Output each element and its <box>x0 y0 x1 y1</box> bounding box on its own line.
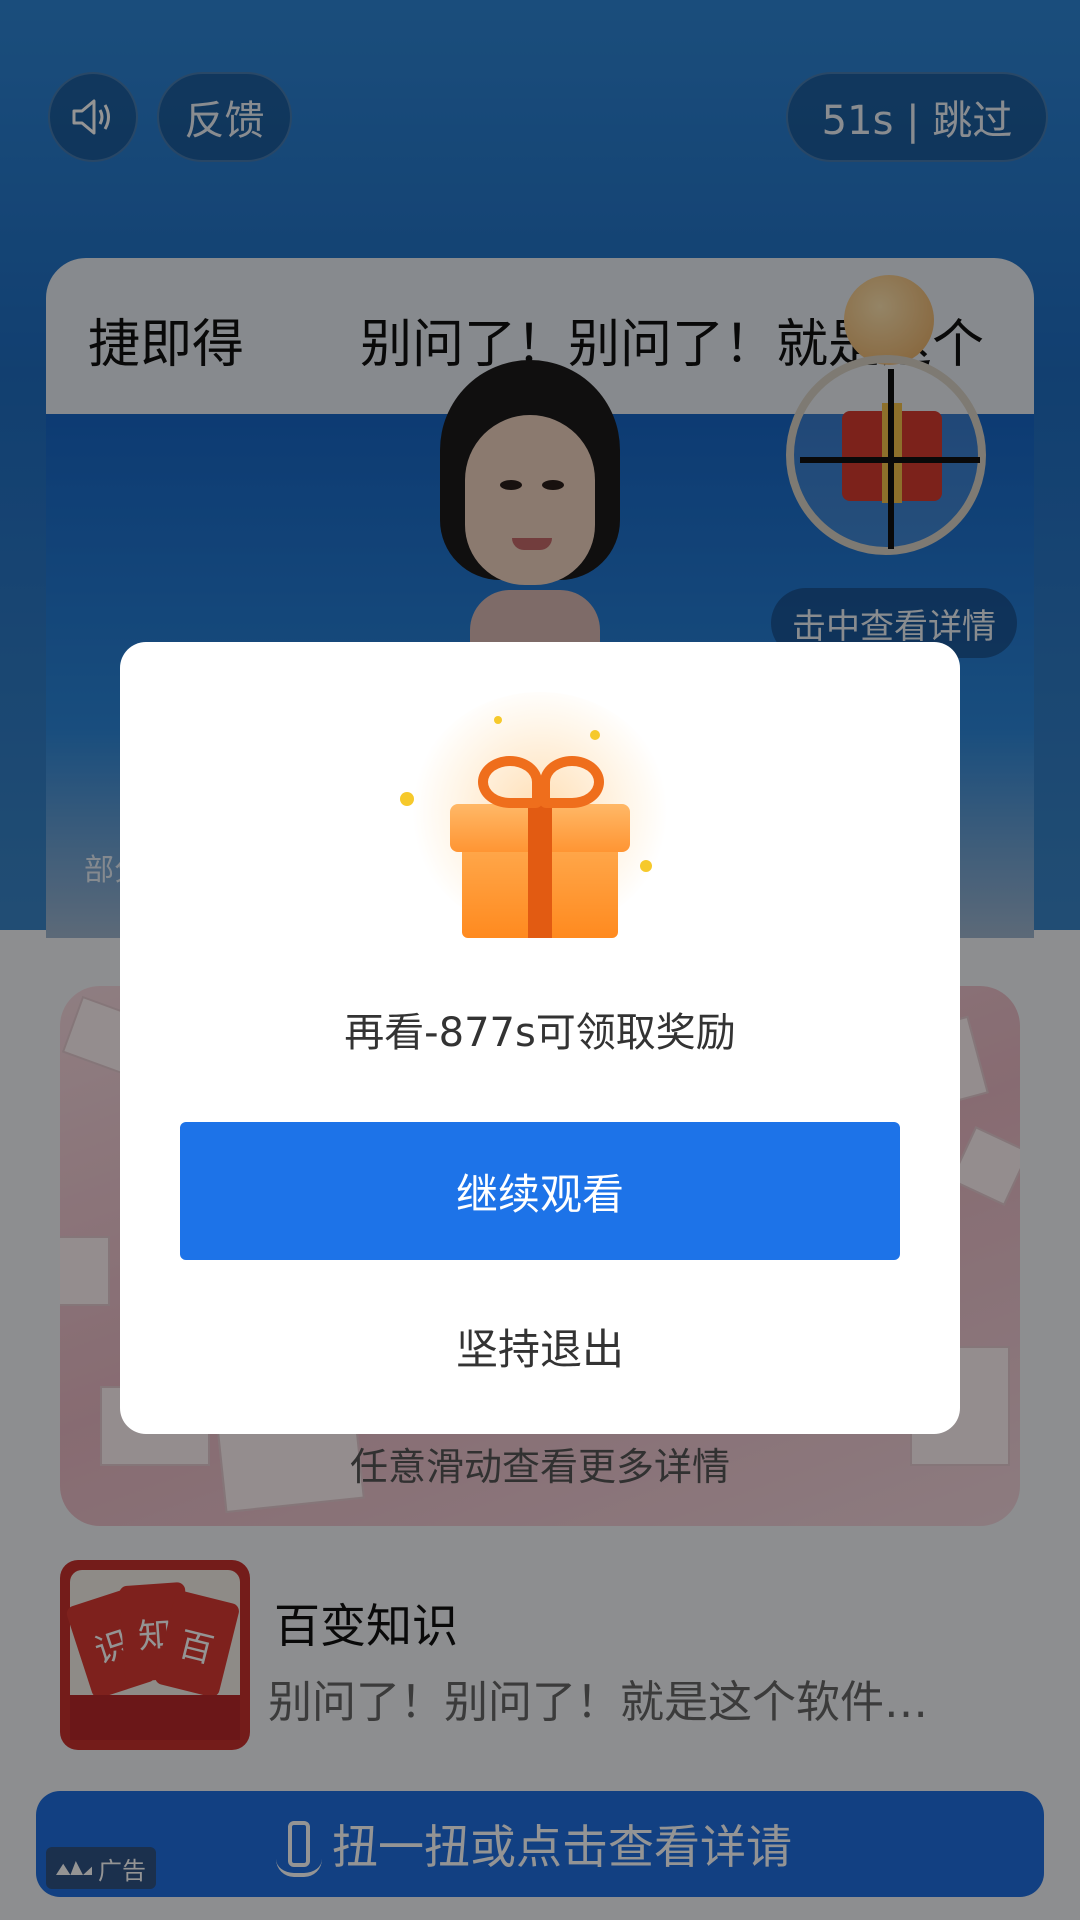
insist-exit-button[interactable]: 坚持退出 <box>120 1306 960 1386</box>
continue-watching-button[interactable]: 继续观看 <box>180 1122 900 1260</box>
reward-message: 再看-877s可领取奖励 <box>344 1010 736 1056</box>
gift-box-icon <box>390 692 690 942</box>
reward-dialog: 再看-877s可领取奖励 继续观看 坚持退出 <box>120 642 960 1434</box>
